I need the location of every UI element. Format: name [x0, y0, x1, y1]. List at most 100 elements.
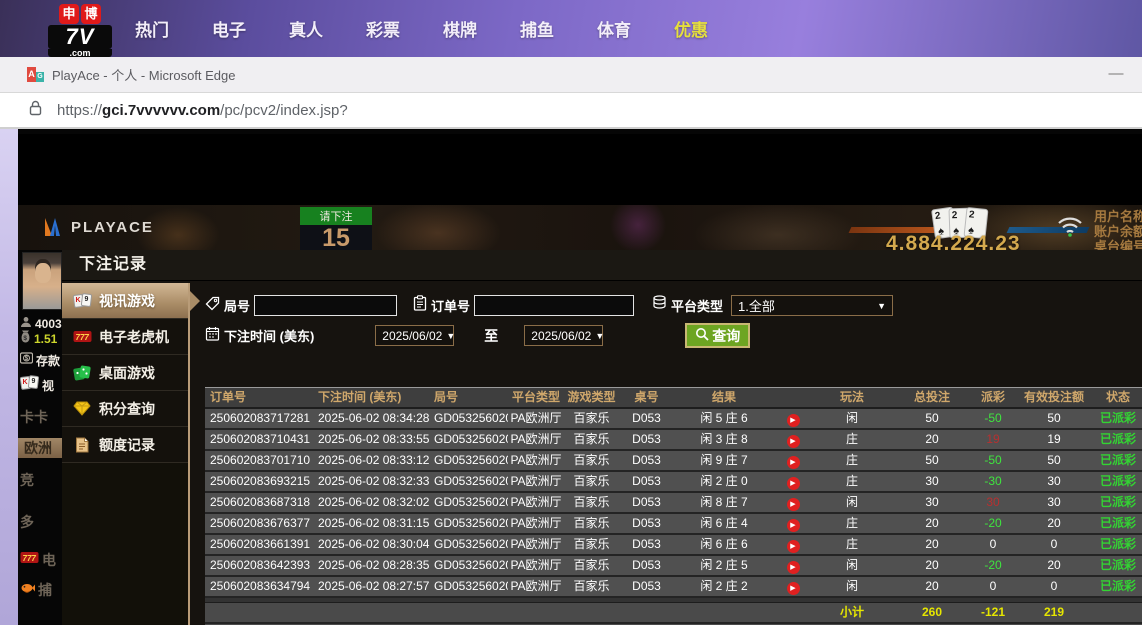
account-label: 用户名称 [1094, 209, 1142, 224]
modal-content: 局号 订单号 平台类型 1.全部▼ 下注时间 (美东) [192, 281, 1142, 625]
replay-button[interactable]: ▶ [787, 456, 800, 469]
cell-payout: -50 [972, 409, 1014, 428]
cell-valid: 50 [1014, 409, 1094, 428]
header-状态: 状态 [1094, 388, 1142, 407]
replay-button[interactable]: ▶ [787, 561, 800, 574]
nav-fishing[interactable]: 捕 [20, 580, 52, 600]
cell-round: GD053256020TS [434, 430, 508, 449]
cell-status: 已派彩 [1094, 535, 1142, 554]
cell-game: 百家乐 [564, 472, 619, 491]
svg-text:777: 777 [75, 333, 89, 342]
cell-result: 闲 3 庄 8 [674, 430, 774, 449]
cell-bet: 50 [892, 451, 972, 470]
modal-menu-积分查询[interactable]: 积分查询 [62, 391, 188, 427]
cell-status: 已派彩 [1094, 556, 1142, 575]
page-viewport: PLAYACE 请下注 15 2♠2♠2♠ 4,884,224.23 用户名称账… [0, 129, 1142, 625]
replay-button[interactable]: ▶ [787, 582, 800, 595]
replay-button[interactable]: ▶ [787, 540, 800, 553]
date-from-select[interactable]: 2025/06/02▼ [375, 325, 454, 346]
replay-button[interactable]: ▶ [787, 477, 800, 490]
round-label: 局号 [224, 296, 250, 315]
cell-game: 百家乐 [564, 409, 619, 428]
cell-valid: 20 [1014, 556, 1094, 575]
cell-game: 百家乐 [564, 451, 619, 470]
cell-payout: 19 [972, 430, 1014, 449]
lock-icon[interactable] [28, 100, 43, 121]
hall-duo[interactable]: 多 [20, 512, 34, 532]
modal-menu-电子老虎机[interactable]: 777 电子老虎机 [62, 319, 188, 355]
cell-table: D053 [619, 409, 674, 428]
search-button[interactable]: 查询 [685, 323, 750, 348]
site-nav-item-棋牌[interactable]: 棋牌 [443, 16, 477, 41]
round-input[interactable] [254, 295, 397, 316]
date-to-select[interactable]: 2025/06/02▼ [524, 325, 603, 346]
cell-round: GD053256020TJ [434, 577, 508, 596]
logo-7v: 7V [48, 25, 112, 49]
minimize-button[interactable]: — [1104, 65, 1128, 82]
cell-order: 250602083701710 [205, 451, 318, 470]
cell-time: 2025-06-02 08:33:55 [318, 430, 434, 449]
site-nav-item-捕鱼[interactable]: 捕鱼 [520, 16, 554, 41]
site-nav-item-彩票[interactable]: 彩票 [366, 16, 400, 41]
site-nav-item-电子[interactable]: 电子 [212, 16, 246, 41]
cell-play: 闲 [812, 409, 892, 428]
bet-prompt: 请下注 [300, 207, 372, 225]
hall-kaka[interactable]: 卡卡 [20, 407, 48, 427]
cell-status: 已派彩 [1094, 493, 1142, 512]
cell-status: 已派彩 [1094, 577, 1142, 596]
url-text[interactable]: https://gci.7vvvvvv.com/pc/pcv2/index.js… [57, 102, 348, 119]
cell-platform: PA欧洲厅 [508, 556, 564, 575]
cell-table: D053 [619, 556, 674, 575]
cell-payout: 0 [972, 535, 1014, 554]
cell-status: 已派彩 [1094, 451, 1142, 470]
cell-result: 闲 2 庄 2 [674, 577, 774, 596]
cell-bet: 20 [892, 514, 972, 533]
site-nav-item-热门[interactable]: 热门 [135, 16, 169, 41]
modal-menu-桌面游戏[interactable]: 桌面游戏 [62, 355, 188, 391]
header-派彩: 派彩 [972, 388, 1014, 407]
address-bar[interactable]: https://gci.7vvvvvv.com/pc/pcv2/index.js… [0, 93, 1142, 129]
chevron-down-icon: ▼ [877, 301, 886, 311]
cell-status: 已派彩 [1094, 514, 1142, 533]
deposit-link[interactable]: $存款 [20, 351, 60, 369]
cell-bet: 20 [892, 556, 972, 575]
replay-button[interactable]: ▶ [787, 498, 800, 511]
cell-table: D053 [619, 472, 674, 491]
cell-valid: 20 [1014, 514, 1094, 533]
order-input[interactable] [474, 295, 634, 316]
cell-play: 庄 [812, 514, 892, 533]
cell-result: 闲 6 庄 4 [674, 514, 774, 533]
cell-round: GD053256020TO [434, 514, 508, 533]
site-logo[interactable]: 申 博 7V .com [48, 4, 112, 57]
site-nav-item-优惠[interactable]: 优惠 [674, 16, 708, 41]
site-nav-item-体育[interactable]: 体育 [597, 16, 631, 41]
logo-badge-shen: 申 [59, 4, 79, 24]
cell-play: 庄 [812, 430, 892, 449]
replay-button[interactable]: ▶ [787, 435, 800, 448]
cell-time: 2025-06-02 08:31:15 [318, 514, 434, 533]
modal-menu-额度记录[interactable]: 额度记录 [62, 427, 188, 463]
cell-platform: PA欧洲厅 [508, 577, 564, 596]
cell-time: 2025-06-02 08:33:12 [318, 451, 434, 470]
replay-button[interactable]: ▶ [787, 519, 800, 532]
table-header-row: 订单号下注时间 (美东)局号平台类型游戏类型桌号结果玩法总投注派彩有效投注额状态 [205, 388, 1142, 409]
platform-select[interactable]: 1.全部▼ [731, 295, 893, 316]
cell-round: GD053256020TQ [434, 472, 508, 491]
deposit-icon: $ [20, 351, 33, 369]
cards-icon: K9 [20, 374, 39, 396]
hall-jing[interactable]: 竞 [20, 470, 34, 490]
header-游戏类型: 游戏类型 [564, 388, 619, 407]
cell-platform: PA欧洲厅 [508, 430, 564, 449]
modal-menu-视讯游戏[interactable]: K9 视讯游戏 [62, 283, 188, 319]
avatar[interactable] [22, 252, 62, 310]
cell-bet: 20 [892, 535, 972, 554]
header-总投注: 总投注 [892, 388, 972, 407]
bet-table: 订单号下注时间 (美东)局号平台类型游戏类型桌号结果玩法总投注派彩有效投注额状态… [205, 387, 1142, 625]
hall-europe[interactable]: 欧洲 [18, 438, 62, 458]
video-tab[interactable]: K9视 [20, 374, 54, 396]
cell-order: 250602083634794 [205, 577, 318, 596]
svg-text:$: $ [25, 356, 29, 362]
nav-electronic[interactable]: 777电 [20, 550, 56, 570]
replay-button[interactable]: ▶ [787, 414, 800, 427]
site-nav-item-真人[interactable]: 真人 [289, 16, 323, 41]
